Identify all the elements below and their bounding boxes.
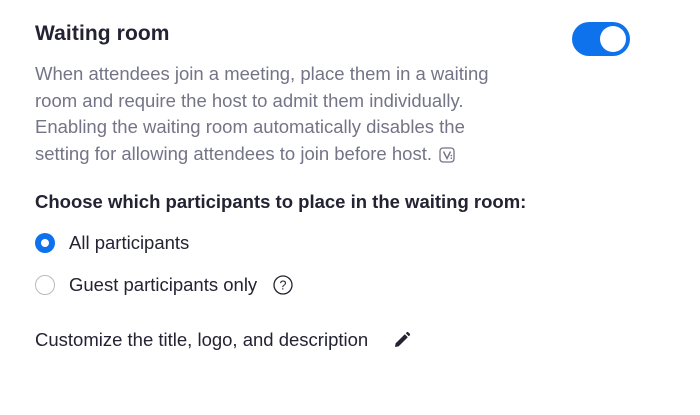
option-label: Guest participants only (69, 274, 258, 295)
help-icon[interactable]: ? (273, 275, 293, 295)
radio-guest-participants[interactable] (35, 275, 55, 295)
waiting-room-title: Waiting room (35, 22, 170, 45)
description-line: room and require the host to admit them … (35, 89, 464, 111)
waiting-room-settings: Waiting room When attendees join a meeti… (0, 0, 700, 415)
description-line-last: setting for allowing attendees to join b… (35, 141, 555, 168)
option-all-participants[interactable]: All participants (35, 230, 189, 256)
description-line: When attendees join a meeting, place the… (35, 63, 489, 84)
description-line: Enabling the waiting room automatically … (35, 116, 465, 137)
option-label: All participants (69, 232, 190, 253)
svg-text:?: ? (280, 279, 287, 293)
participants-heading: Choose which participants to place in th… (35, 191, 527, 212)
v-badge-icon[interactable] (439, 146, 455, 163)
waiting-room-toggle[interactable] (572, 22, 630, 56)
description-line-text: setting for allowing attendees to join b… (35, 142, 432, 164)
customize-label: Customize the title, logo, and descripti… (35, 329, 369, 350)
option-guest-participants[interactable]: Guest participants only ? (35, 272, 293, 298)
waiting-room-description: When attendees join a meeting, place the… (35, 61, 555, 167)
pencil-icon[interactable] (393, 331, 411, 349)
customize-row: Customize the title, logo, and descripti… (35, 329, 411, 351)
toggle-knob (600, 26, 626, 52)
radio-all-participants[interactable] (35, 233, 55, 253)
